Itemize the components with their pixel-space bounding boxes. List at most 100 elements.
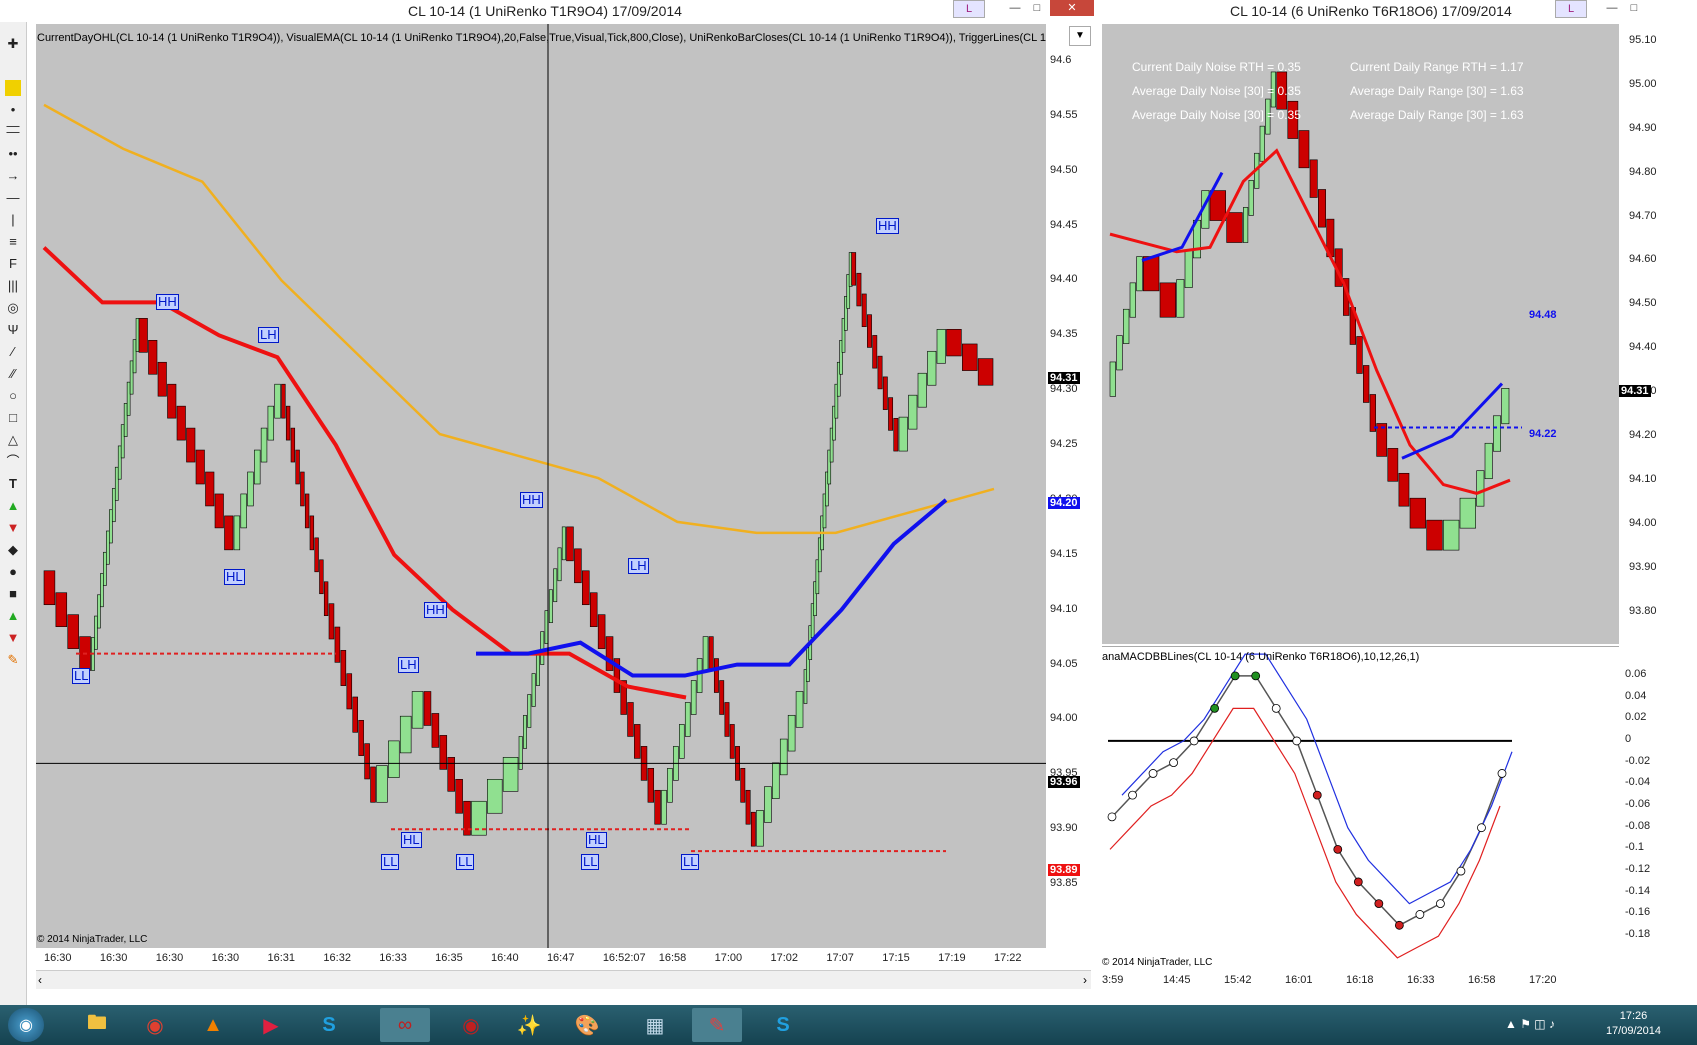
ray-icon[interactable]: —	[5, 124, 21, 140]
scroll-left-icon[interactable]: ‹	[38, 973, 42, 987]
macd-panel[interactable]: anaMACDBBLines(CL 10-14 (6 UniRenko T6R1…	[1102, 646, 1619, 971]
right-maximize-button[interactable]: □	[1624, 0, 1644, 16]
left-titlebar[interactable]: CL 10-14 (1 UniRenko T1R9O4) 17/09/2014 …	[0, 0, 1100, 22]
fib-time-icon[interactable]: |||	[5, 278, 21, 294]
right-price-panel[interactable]: Current Daily Noise RTH = 0.35 Average D…	[1102, 24, 1619, 644]
up-bar	[518, 736, 523, 770]
y-tick-label: 94.10	[1629, 473, 1657, 486]
chrome-icon[interactable]: ◉	[130, 1008, 180, 1042]
remove-drawings-icon[interactable]: ✎	[5, 652, 21, 668]
right-titlebar[interactable]: CL 10-14 (6 UniRenko T6R18O6) 17/09/2014…	[1100, 0, 1697, 22]
up-bar	[1136, 256, 1143, 292]
up-bar	[233, 515, 241, 551]
fib-icon[interactable]: F	[5, 256, 21, 272]
up-bar	[764, 786, 772, 823]
tool-icon[interactable]: ✨	[504, 1008, 554, 1042]
macd-dot	[1271, 703, 1281, 713]
notes-icon[interactable]: ✎	[692, 1008, 742, 1042]
right-y-axis[interactable]: 95.10 95.00 94.90 94.80 94.70 94.60 94.50 94.40…	[1619, 24, 1679, 644]
ellipse-icon[interactable]: ○	[5, 388, 21, 404]
down-bar	[340, 650, 347, 686]
regression-icon[interactable]: ∕	[5, 344, 21, 360]
skype-icon-2[interactable]: S	[758, 1008, 808, 1042]
down-bar	[574, 548, 582, 584]
channel-icon[interactable]: ≡	[5, 234, 21, 250]
ruler-icon[interactable]	[5, 80, 21, 96]
andrews-pitchfork-icon[interactable]: Ψ	[5, 322, 21, 338]
triangle-icon[interactable]: △	[5, 432, 21, 448]
right-l-button[interactable]: L	[1555, 0, 1587, 18]
up-bar	[267, 405, 275, 441]
down-bar	[364, 743, 370, 780]
down-bar	[1209, 190, 1226, 221]
y-tick-label: 95.00	[1629, 77, 1657, 90]
right-minimize-button[interactable]: —	[1602, 0, 1622, 16]
media-player-icon[interactable]: ▶	[246, 1008, 296, 1042]
start-button[interactable]: ◉	[8, 1008, 44, 1042]
rectangle-icon[interactable]: □	[5, 410, 21, 426]
left-minimize-button[interactable]: —	[1005, 0, 1025, 16]
swing-label-hh: HH	[156, 294, 179, 311]
replay-data-icon[interactable]: ◉	[446, 1008, 496, 1042]
up-bar	[531, 673, 536, 707]
down-bar	[186, 427, 196, 463]
arc-icon[interactable]: ⌒	[5, 454, 21, 470]
down-bar	[455, 778, 463, 814]
x-tick-label: 17:07	[826, 952, 854, 964]
left-maximize-button[interactable]: □	[1027, 0, 1047, 16]
stat-average-range-2: Average Daily Range [30] = 1.63	[1350, 108, 1524, 122]
paint-icon[interactable]: 🎨	[562, 1008, 612, 1042]
skype-icon[interactable]: S	[304, 1008, 354, 1042]
left-dropdown-button[interactable]: ▼	[1069, 26, 1091, 46]
down-bar	[148, 339, 158, 375]
pointer-icon[interactable]: ✚	[5, 36, 21, 52]
down-bar	[1318, 189, 1326, 228]
arrow-up-icon[interactable]: ▲	[5, 498, 21, 514]
system-clock[interactable]: 17:26 17/09/2014	[1606, 1009, 1661, 1039]
line-icon[interactable]: •—	[5, 102, 21, 133]
dot-icon[interactable]: ●	[5, 564, 21, 580]
y-tick-label: 94.50	[1629, 297, 1657, 310]
x-tick-label: 17:02	[770, 952, 798, 964]
left-l-button[interactable]: L	[953, 0, 985, 18]
fib-circle-icon[interactable]: ◎	[5, 300, 21, 316]
down-bar	[740, 768, 746, 803]
y-tick-label: 94.10	[1050, 602, 1078, 615]
macd-y-axis[interactable]: 0.06 0.04 0.02 0 -0.02 -0.04 -0.06 -0.08 -0.1 -0.…	[1619, 646, 1679, 970]
scroll-right-icon[interactable]: ›	[1083, 973, 1087, 987]
down-bar	[346, 673, 353, 710]
x-tick-label: 3:59	[1102, 974, 1124, 986]
left-horizontal-scrollbar[interactable]: ‹ ›	[36, 970, 1091, 989]
vertical-line-icon[interactable]: |	[5, 212, 21, 228]
gann-fan-icon[interactable]: ∕∕	[5, 366, 21, 382]
left-x-axis[interactable]: 16:30 16:30 16:30 16:30 16:31 16:32 16:33 16:35…	[36, 948, 1091, 970]
text-icon[interactable]: T	[5, 476, 21, 492]
left-close-button[interactable]: ✕	[1050, 0, 1094, 16]
down-bar	[589, 592, 598, 627]
vlc-icon[interactable]: ▲	[188, 1008, 238, 1042]
ninjatrader-icon[interactable]: ∞	[380, 1008, 430, 1042]
upper-level-label: 94.48	[1529, 309, 1557, 321]
arrow-down-icon[interactable]: ▼	[5, 520, 21, 536]
left-y-axis[interactable]: 94.6 94.55 94.50 94.45 94.40 94.35 94.30 94.25 9…	[1046, 24, 1091, 948]
square-icon[interactable]: ■	[5, 586, 21, 602]
down-bar	[1363, 365, 1370, 403]
horizontal-line-icon[interactable]: —	[5, 190, 21, 206]
triangle-up-icon[interactable]: ▲	[5, 608, 21, 624]
triangle-down-icon[interactable]: ▼	[5, 630, 21, 646]
calculator-icon[interactable]: ▦	[630, 1008, 680, 1042]
y-tick-label: 94.15	[1050, 547, 1078, 560]
diamond-icon[interactable]: ◆	[5, 542, 21, 558]
swing-label-ll: LL	[72, 667, 91, 684]
down-bar	[1226, 212, 1243, 243]
arrow-line-icon[interactable]: →	[5, 168, 21, 184]
right-x-axis[interactable]: 3:59 14:45 15:42 16:01 16:18 16:33 16:58 17:20	[1102, 970, 1679, 992]
file-explorer-icon[interactable]: 🖿	[72, 1008, 122, 1042]
y-tick-label: -0.1	[1625, 841, 1644, 854]
extended-line-icon[interactable]: ••	[5, 146, 21, 162]
up-bar	[1123, 308, 1130, 344]
left-price-panel[interactable]: CurrentDayOHL(CL 10-14 (1 UniRenko T1R9O…	[36, 24, 1046, 948]
up-bar	[1248, 180, 1254, 216]
y-tick-label: 94.20	[1629, 429, 1657, 442]
tray-icons[interactable]: ▲ ⚑ ◫ ♪	[1505, 1017, 1555, 1031]
